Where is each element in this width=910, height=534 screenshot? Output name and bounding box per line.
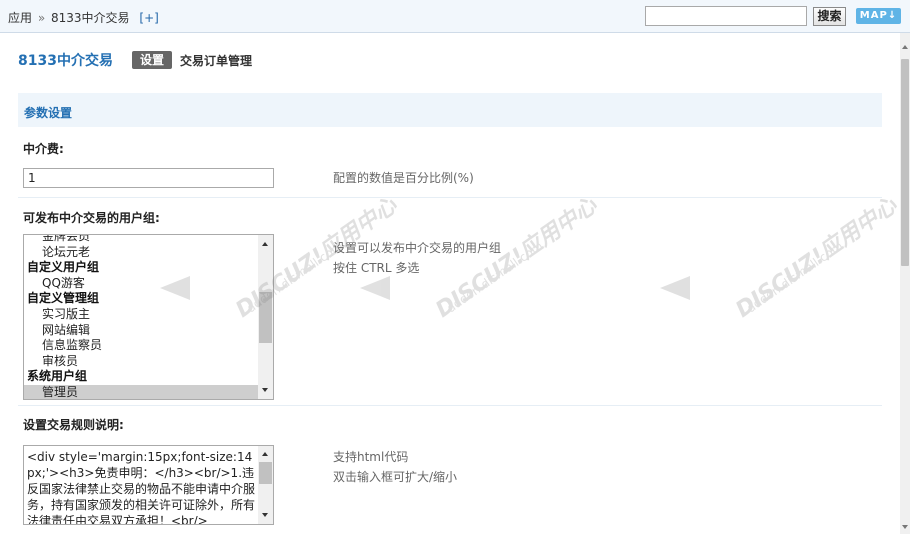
textarea-scrollbar[interactable]	[258, 446, 273, 524]
breadcrumb-add-link[interactable]: [+]	[139, 11, 158, 25]
groups-hint-line1: 设置可以发布中介交易的用户组	[333, 241, 502, 255]
page-title: 8133中介交易	[18, 53, 113, 69]
rules-hint-line2: 双击输入框可扩大/缩小	[333, 470, 458, 484]
divider	[18, 197, 882, 198]
arrow-down-icon: ↓	[887, 10, 898, 21]
listbox-option[interactable]: QQ游客	[24, 276, 258, 292]
watermark-brand: DISCUZ!应用中心	[731, 193, 902, 323]
scroll-thumb[interactable]	[259, 462, 272, 484]
search-input[interactable]	[645, 6, 807, 26]
fee-hint: 配置的数值是百分比例(%)	[333, 171, 474, 185]
breadcrumb-current[interactable]: 8133中介交易	[51, 11, 130, 25]
page-scrollbar[interactable]	[900, 33, 910, 534]
groups-options: 金牌会员 论坛元老 自定义用户组 QQ游客 自定义管理组 实习版主 网站编辑 信息监察员 审核员…	[24, 235, 258, 399]
scroll-up-icon[interactable]	[902, 45, 908, 49]
watermark: DISCUZ!应用中心 addon.dismall.com	[660, 180, 902, 330]
fee-input[interactable]: 1	[23, 168, 274, 188]
listbox-option[interactable]: 金牌会员	[24, 235, 258, 245]
groups-hint-line2: 按住 CTRL 多选	[333, 261, 420, 275]
breadcrumb: 应用 » 8133中介交易 [+]	[8, 9, 159, 26]
groups-hint: 设置可以发布中介交易的用户组 按住 CTRL 多选	[333, 238, 501, 278]
breadcrumb-separator: »	[37, 11, 46, 25]
listbox-scrollbar[interactable]	[258, 235, 273, 399]
listbox-optgroup: 自定义管理组	[27, 291, 100, 306]
listbox-option[interactable]: 实习版主	[24, 307, 258, 323]
search-button[interactable]: 搜索	[813, 7, 846, 26]
divider	[18, 405, 882, 406]
section-header: 参数设置	[18, 93, 882, 127]
rules-hint-line1: 支持html代码	[333, 450, 409, 464]
scroll-down-icon[interactable]	[902, 525, 908, 529]
watermark-arrow-icon	[360, 276, 390, 300]
section-title: 参数设置	[24, 106, 73, 120]
map-button-label: MAP	[859, 10, 888, 21]
listbox-option[interactable]: 信息监察员	[24, 338, 258, 354]
groups-label: 可发布中介交易的用户组:	[23, 211, 160, 225]
top-bar: 应用 » 8133中介交易 [+] 搜索 MAP↓	[0, 0, 910, 33]
scroll-thumb[interactable]	[259, 292, 272, 343]
rules-label: 设置交易规则说明:	[23, 418, 124, 432]
listbox-option[interactable]: 审核员	[24, 354, 258, 370]
watermark-arrow-icon	[660, 276, 690, 300]
fee-label: 中介费:	[23, 142, 64, 156]
listbox-option[interactable]: 论坛元老	[24, 245, 258, 261]
watermark-domain: addon.dismall.com	[744, 238, 846, 316]
scroll-down-icon[interactable]	[262, 388, 268, 392]
rules-hint: 支持html代码 双击输入框可扩大/缩小	[333, 447, 457, 487]
scroll-thumb[interactable]	[901, 59, 909, 266]
listbox-option[interactable]: 管理员	[24, 384, 258, 399]
listbox-optgroup: 系统用户组	[27, 369, 88, 384]
listbox-option[interactable]: 网站编辑	[24, 323, 258, 339]
rules-textarea[interactable]: <div style='margin:15px;font-size:14px;'…	[23, 445, 274, 525]
groups-listbox[interactable]: 金牌会员 论坛元老 自定义用户组 QQ游客 自定义管理组 实习版主 网站编辑 信息监察员 审核员…	[23, 234, 274, 400]
scroll-up-icon[interactable]	[262, 242, 268, 246]
scroll-down-icon[interactable]	[262, 513, 268, 517]
map-button[interactable]: MAP↓	[856, 8, 901, 24]
breadcrumb-root[interactable]: 应用	[8, 11, 32, 25]
rules-text: <div style='margin:15px;font-size:14px;'…	[27, 450, 256, 525]
scroll-up-icon[interactable]	[262, 452, 268, 456]
tab-orders[interactable]: 交易订单管理	[180, 52, 252, 69]
tab-settings[interactable]: 设置	[132, 51, 172, 69]
listbox-optgroup: 自定义用户组	[27, 260, 100, 275]
